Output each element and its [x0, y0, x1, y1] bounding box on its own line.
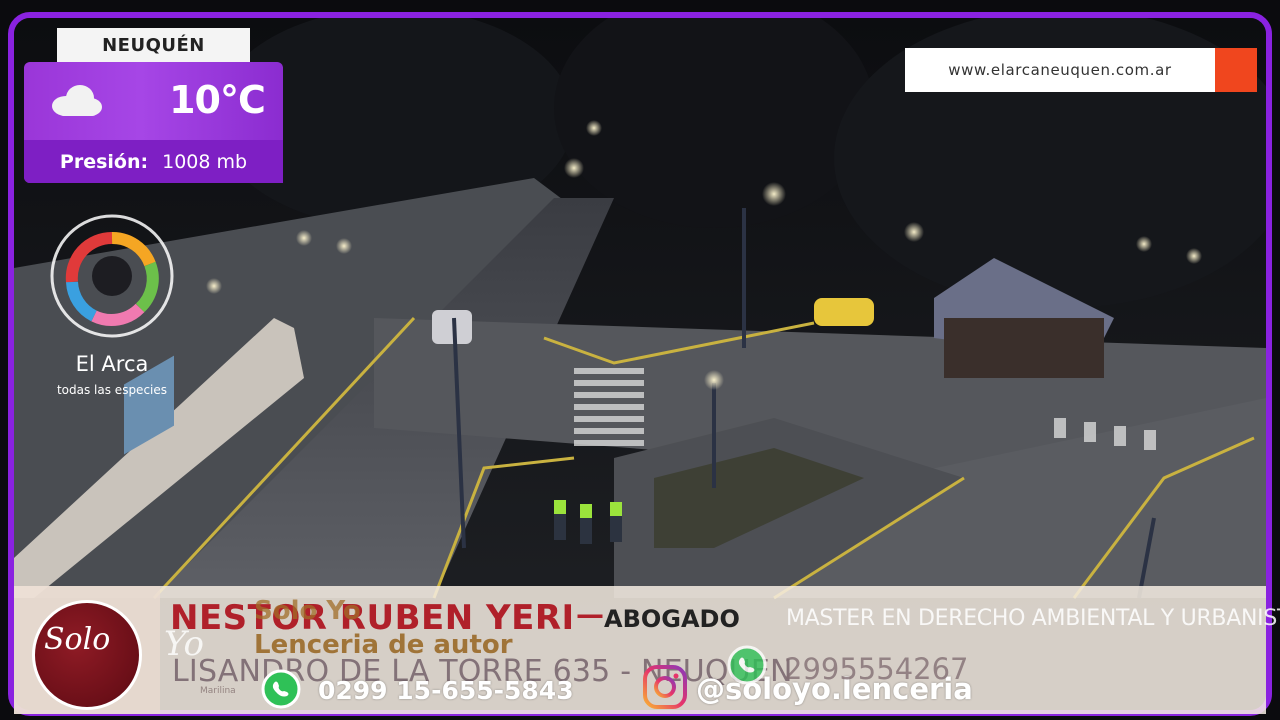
store-signature: Marilina: [200, 686, 236, 696]
store-phone: 0299 15-655-5843: [318, 676, 574, 705]
website-accent-bar: [1215, 48, 1257, 92]
sponsor-name: El Arca: [75, 352, 149, 376]
store-tagline: Lenceria de autor: [254, 630, 513, 660]
solo-yo-logo-text: Solo: [44, 622, 111, 657]
lawyer-master: MASTER EN DERECHO AMBIENTAL Y URBANISTIC…: [786, 606, 1280, 631]
location-label: NEUQUÉN: [57, 28, 250, 62]
temperature-value: 10°C: [169, 78, 266, 122]
instagram-icon: [643, 665, 687, 709]
sponsor-tagline: todas las especies: [56, 383, 168, 397]
website-url[interactable]: www.elarcaneuquen.com.ar: [905, 48, 1215, 92]
whatsapp-icon: [261, 669, 301, 709]
website-banner[interactable]: www.elarcaneuquen.com.ar: [905, 48, 1257, 92]
lawyer-title: ABOGADO: [604, 605, 740, 633]
store-brand: Solo Yo: [254, 596, 361, 626]
pressure-row: Presión: 1008 mb: [24, 140, 283, 183]
pressure-value: 1008 mb: [162, 150, 248, 173]
lawyer-phone: 2995554267: [784, 652, 969, 686]
lawyer-dash: —: [576, 598, 604, 631]
ad-ticker: Solo Yo NESTOR RUBEN YERI — ABOGADO MAST…: [14, 586, 1280, 714]
cloud-icon: [52, 85, 102, 116]
pressure-label: Presión:: [59, 150, 149, 173]
whatsapp-icon-lawyer: [727, 645, 767, 685]
el-arca-logo: [50, 214, 174, 338]
weather-widget: 10°C Presión: 1008 mb: [24, 62, 283, 183]
